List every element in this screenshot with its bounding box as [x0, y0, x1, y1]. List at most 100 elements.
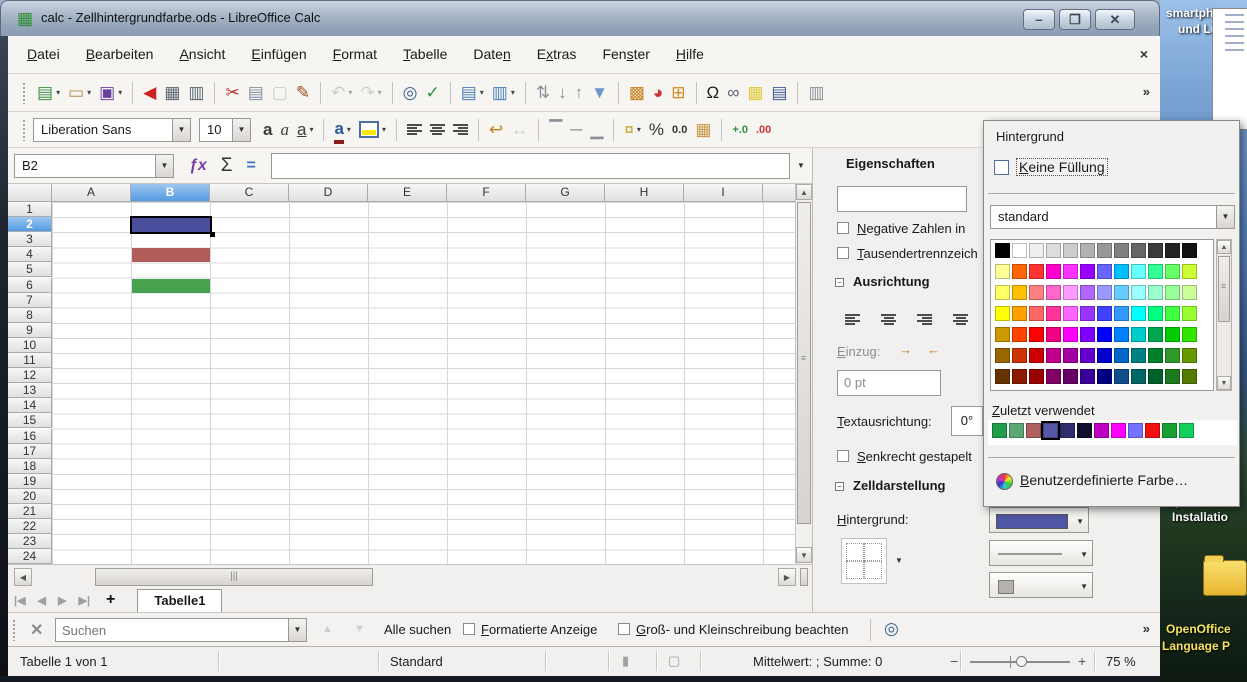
row-header-8[interactable]: 8: [8, 308, 52, 323]
formula-input[interactable]: [271, 153, 790, 179]
recent-color-swatch[interactable]: [1111, 423, 1126, 438]
autofilter-button[interactable]: ▼: [588, 79, 611, 106]
recent-color-swatch[interactable]: [1162, 423, 1177, 438]
dropdown-arrow-icon[interactable]: ▾: [511, 88, 515, 97]
underline-button[interactable]: a▾: [294, 116, 316, 143]
palette-scroll-thumb[interactable]: ≡: [1218, 256, 1230, 322]
sort-descending-button[interactable]: ↓: [555, 79, 570, 106]
close-button[interactable]: ✕: [1095, 9, 1135, 30]
increase-indent-icon[interactable]: →: [899, 342, 912, 357]
search-combo[interactable]: ▼: [55, 618, 307, 642]
scroll-right-icon[interactable]: ▶: [778, 568, 796, 586]
cell-cursor-handle[interactable]: [210, 232, 215, 237]
color-swatch[interactable]: [1012, 369, 1027, 384]
color-swatch[interactable]: [1148, 306, 1163, 321]
row-header-3[interactable]: 3: [8, 232, 52, 247]
font-color-button[interactable]: a▾: [331, 116, 353, 143]
sort-button[interactable]: ⇅: [533, 79, 553, 106]
color-swatch[interactable]: [1080, 243, 1095, 258]
row-header-2[interactable]: 2: [8, 217, 52, 232]
align-center-button[interactable]: [878, 306, 899, 333]
color-swatch[interactable]: [1182, 306, 1197, 321]
find-previous-icon[interactable]: ▲: [322, 623, 333, 635]
row-header-11[interactable]: 11: [8, 353, 52, 368]
color-swatch[interactable]: [1046, 264, 1061, 279]
match-case-label[interactable]: Groß- und Kleinschreibung beachten: [636, 622, 848, 637]
chevron-down-icon[interactable]: ▼: [232, 119, 250, 141]
column-header-D[interactable]: D: [289, 184, 368, 202]
color-swatch[interactable]: [1080, 285, 1095, 300]
cut-button[interactable]: ✂: [222, 79, 242, 106]
menu-extras[interactable]: Extras: [524, 36, 590, 72]
redo-button[interactable]: ↷▾: [357, 79, 384, 106]
center-vertically-button[interactable]: ─: [567, 116, 585, 143]
orientation-field[interactable]: 0°: [951, 406, 983, 436]
row-header-10[interactable]: 10: [8, 338, 52, 353]
row-button[interactable]: ▤▾: [458, 79, 487, 106]
dropdown-arrow-icon[interactable]: ▾: [56, 88, 60, 97]
print-area-button[interactable]: ▥: [805, 79, 827, 106]
negative-red-checkbox[interactable]: [837, 222, 849, 234]
menu-daten[interactable]: Daten: [460, 36, 523, 72]
color-swatch[interactable]: [1165, 327, 1180, 342]
page-style[interactable]: Standard: [390, 654, 443, 669]
formula-icon[interactable]: =: [247, 157, 256, 175]
titlebar[interactable]: ▦ calc - Zellhintergrundfarbe.ods - Libr…: [0, 0, 1160, 36]
color-swatch[interactable]: [1012, 306, 1027, 321]
color-swatch[interactable]: [1148, 285, 1163, 300]
color-swatch[interactable]: [1097, 306, 1112, 321]
row-header-1[interactable]: 1: [8, 202, 52, 217]
sum-icon[interactable]: Σ: [221, 155, 233, 177]
number-format-button[interactable]: 0.0: [669, 116, 690, 143]
dropdown-arrow-icon[interactable]: ▾: [378, 88, 382, 97]
no-fill-swatch[interactable]: [994, 160, 1009, 175]
zoom-percent[interactable]: 75 %: [1106, 654, 1136, 669]
find-replace-button[interactable]: ◎: [400, 79, 421, 106]
row-header-4[interactable]: 4: [8, 247, 52, 262]
recent-color-swatch[interactable]: [1060, 423, 1075, 438]
remove-decimal-button[interactable]: .00: [753, 116, 774, 143]
spelling-button[interactable]: ✓: [422, 79, 442, 106]
color-swatch[interactable]: [1012, 285, 1027, 300]
row-header-18[interactable]: 18: [8, 459, 52, 474]
italic-button[interactable]: a: [277, 116, 292, 143]
column-header-F[interactable]: F: [447, 184, 526, 202]
formatted-display-checkbox[interactable]: [463, 623, 475, 635]
color-swatch[interactable]: [1029, 243, 1044, 258]
special-character-button[interactable]: Ω: [704, 79, 723, 106]
close-document-icon[interactable]: ×: [1140, 46, 1148, 62]
scroll-down-icon[interactable]: ▼: [1217, 376, 1231, 390]
color-swatch[interactable]: [1097, 327, 1112, 342]
align-left-button[interactable]: [404, 116, 425, 143]
thousands-separator-label[interactable]: Tausendertrennzeich: [857, 246, 978, 261]
close-find-icon[interactable]: ✕: [30, 620, 43, 640]
date-format-button[interactable]: ▦: [692, 116, 714, 143]
recent-color-swatch[interactable]: [1094, 423, 1109, 438]
chevron-down-icon[interactable]: ▼: [1216, 206, 1234, 228]
column-header-B[interactable]: B: [131, 184, 210, 202]
color-swatch[interactable]: [1029, 285, 1044, 300]
color-swatch[interactable]: [1046, 243, 1061, 258]
font-name-combo[interactable]: Liberation Sans ▼: [33, 118, 191, 142]
color-swatch[interactable]: [1182, 243, 1197, 258]
color-swatch[interactable]: [1182, 348, 1197, 363]
next-sheet-icon[interactable]: ▶: [52, 594, 72, 607]
chevron-down-icon[interactable]: ▼: [172, 119, 190, 141]
toolbar-grip[interactable]: [22, 82, 27, 104]
desktop-icon-label[interactable]: OpenOffice: [1166, 622, 1231, 636]
first-sheet-icon[interactable]: |◀: [8, 594, 32, 607]
last-sheet-icon[interactable]: ▶|: [72, 594, 96, 607]
color-swatch[interactable]: [1114, 327, 1129, 342]
name-box[interactable]: B2 ▼: [14, 154, 174, 178]
align-center-button[interactable]: [427, 116, 448, 143]
hyperlink-button[interactable]: ∞: [724, 79, 742, 106]
color-swatch[interactable]: [1165, 285, 1180, 300]
dropdown-arrow-icon[interactable]: ▾: [348, 88, 352, 97]
desktop-icon-label[interactable]: Language P: [1162, 639, 1230, 653]
open-button[interactable]: ▭▾: [65, 79, 94, 106]
scroll-down-icon[interactable]: ▼: [796, 547, 812, 563]
color-swatch[interactable]: [1148, 264, 1163, 279]
horizontal-scrollbar[interactable]: ◀ ||| ▶: [8, 564, 812, 588]
sort-ascending-button[interactable]: ↑: [572, 79, 587, 106]
color-swatch[interactable]: [1012, 264, 1027, 279]
